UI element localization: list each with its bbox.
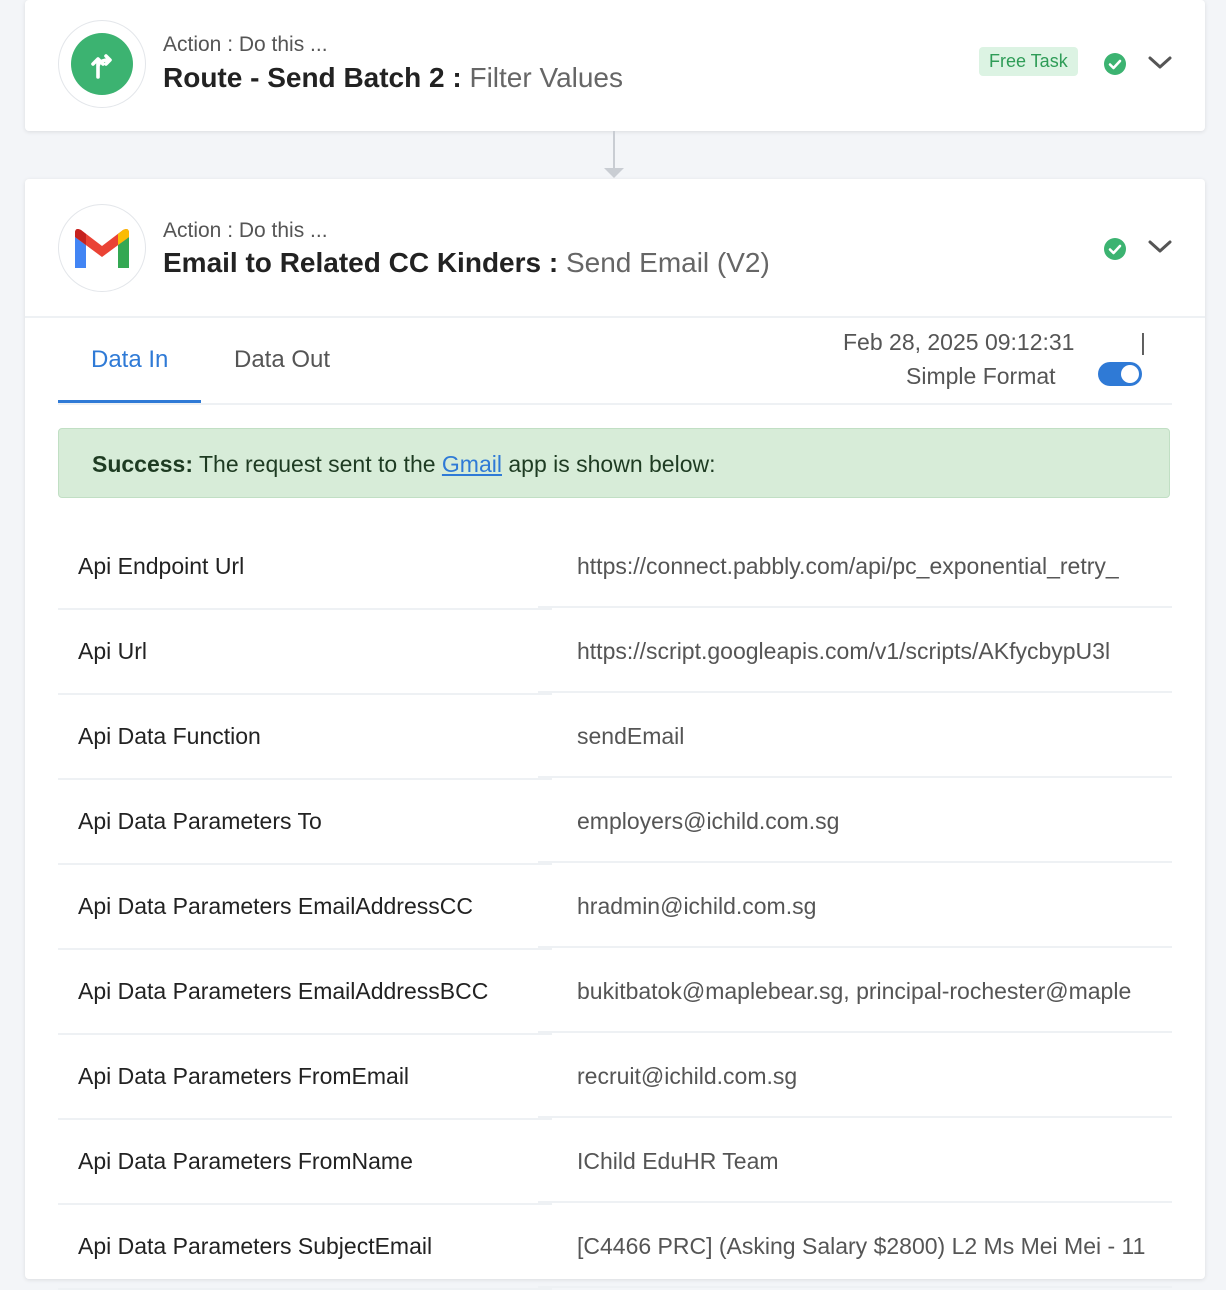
flow-connector [613, 131, 615, 171]
table-row: Api Endpoint Url https://connect.pabbly.c… [58, 525, 1172, 610]
check-circle-icon [1104, 238, 1126, 260]
gmail-link[interactable]: Gmail [442, 451, 502, 477]
table-row: Api Url https://script.googleapis.com/v1/… [58, 610, 1172, 695]
row-value[interactable]: sendEmail [538, 695, 1172, 778]
table-row: Api Data Parameters To employers@ichild.c… [58, 780, 1172, 865]
table-row: Api Data Parameters EmailAddressCC hradmi… [58, 865, 1172, 950]
tab-data-out[interactable]: Data Out [201, 319, 363, 401]
free-task-badge: Free Task [979, 47, 1078, 76]
connector-arrow-icon [604, 168, 624, 178]
separator: | [1140, 329, 1146, 355]
divider [25, 316, 1205, 318]
simple-format-label: Simple Format [906, 363, 1056, 389]
step-subtitle: Filter Values [469, 62, 624, 93]
chevron-down-icon[interactable] [1147, 237, 1173, 257]
step-card-route: Action : Do this ... Route - Send Batch … [25, 0, 1205, 131]
row-label: Api Url [58, 610, 552, 695]
row-value[interactable]: https://connect.pabbly.com/api/pc_expone… [538, 525, 1172, 608]
step-kicker: Action : Do this ... [163, 219, 328, 242]
table-row: Api Data Function sendEmail [58, 695, 1172, 780]
gmail-icon [58, 204, 146, 292]
step-title: Email to Related CC Kinders : Send Email… [163, 247, 770, 278]
row-label: Api Data Function [58, 695, 552, 780]
run-timestamp: Feb 28, 2025 09:12:31 [843, 329, 1075, 355]
table-row: Api Data Parameters SubjectEmail [C4466 P… [58, 1205, 1172, 1290]
route-icon [58, 20, 146, 108]
row-value[interactable]: [C4466 PRC] (Asking Salary $2800) L2 Ms … [538, 1205, 1172, 1288]
row-label: Api Data Parameters FromEmail [58, 1035, 552, 1120]
step-title: Route - Send Batch 2 : Filter Values [163, 62, 624, 93]
data-table: Api Endpoint Url https://connect.pabbly.c… [58, 525, 1172, 1290]
row-value[interactable]: https://script.googleapis.com/v1/scripts… [538, 610, 1172, 693]
step-kicker: Action : Do this ... [163, 33, 328, 56]
alert-text: The request sent to the [193, 451, 442, 477]
alert-text-end: app is shown below: [501, 451, 716, 477]
toggle-knob [1121, 365, 1139, 383]
table-row: Api Data Parameters FromName IChild EduHR… [58, 1120, 1172, 1205]
row-value[interactable]: bukitbatok@maplebear.sg, principal-roche… [538, 950, 1172, 1033]
simple-format-toggle[interactable] [1098, 362, 1142, 386]
step-card-gmail: Action : Do this ... Email to Related CC… [25, 179, 1205, 1290]
step-subtitle: Send Email (V2) [565, 247, 770, 278]
chevron-down-icon[interactable] [1147, 53, 1173, 73]
success-alert: Success: The request sent to the Gmail a… [58, 428, 1170, 498]
check-circle-icon [1104, 53, 1126, 75]
step-header[interactable]: Action : Do this ... Route - Send Batch … [25, 0, 1205, 131]
table-row: Api Data Parameters FromEmail recruit@ich… [58, 1035, 1172, 1120]
row-value[interactable]: employers@ichild.com.sg [538, 780, 1172, 863]
row-value[interactable]: IChild EduHR Team [538, 1120, 1172, 1203]
row-value[interactable]: hradmin@ichild.com.sg [538, 865, 1172, 948]
tab-data-in[interactable]: Data In [58, 319, 202, 403]
row-label: Api Endpoint Url [58, 525, 552, 610]
step-header[interactable]: Action : Do this ... Email to Related CC… [25, 179, 1205, 310]
row-value[interactable]: recruit@ichild.com.sg [538, 1035, 1172, 1118]
row-label: Api Data Parameters EmailAddressCC [58, 865, 552, 950]
table-row: Api Data Parameters EmailAddressBCC bukit… [58, 950, 1172, 1035]
row-label: Api Data Parameters SubjectEmail [58, 1205, 552, 1290]
alert-strong: Success: [92, 451, 194, 477]
row-label: Api Data Parameters To [58, 780, 552, 865]
row-label: Api Data Parameters FromName [58, 1120, 552, 1205]
row-label: Api Data Parameters EmailAddressBCC [58, 950, 552, 1035]
